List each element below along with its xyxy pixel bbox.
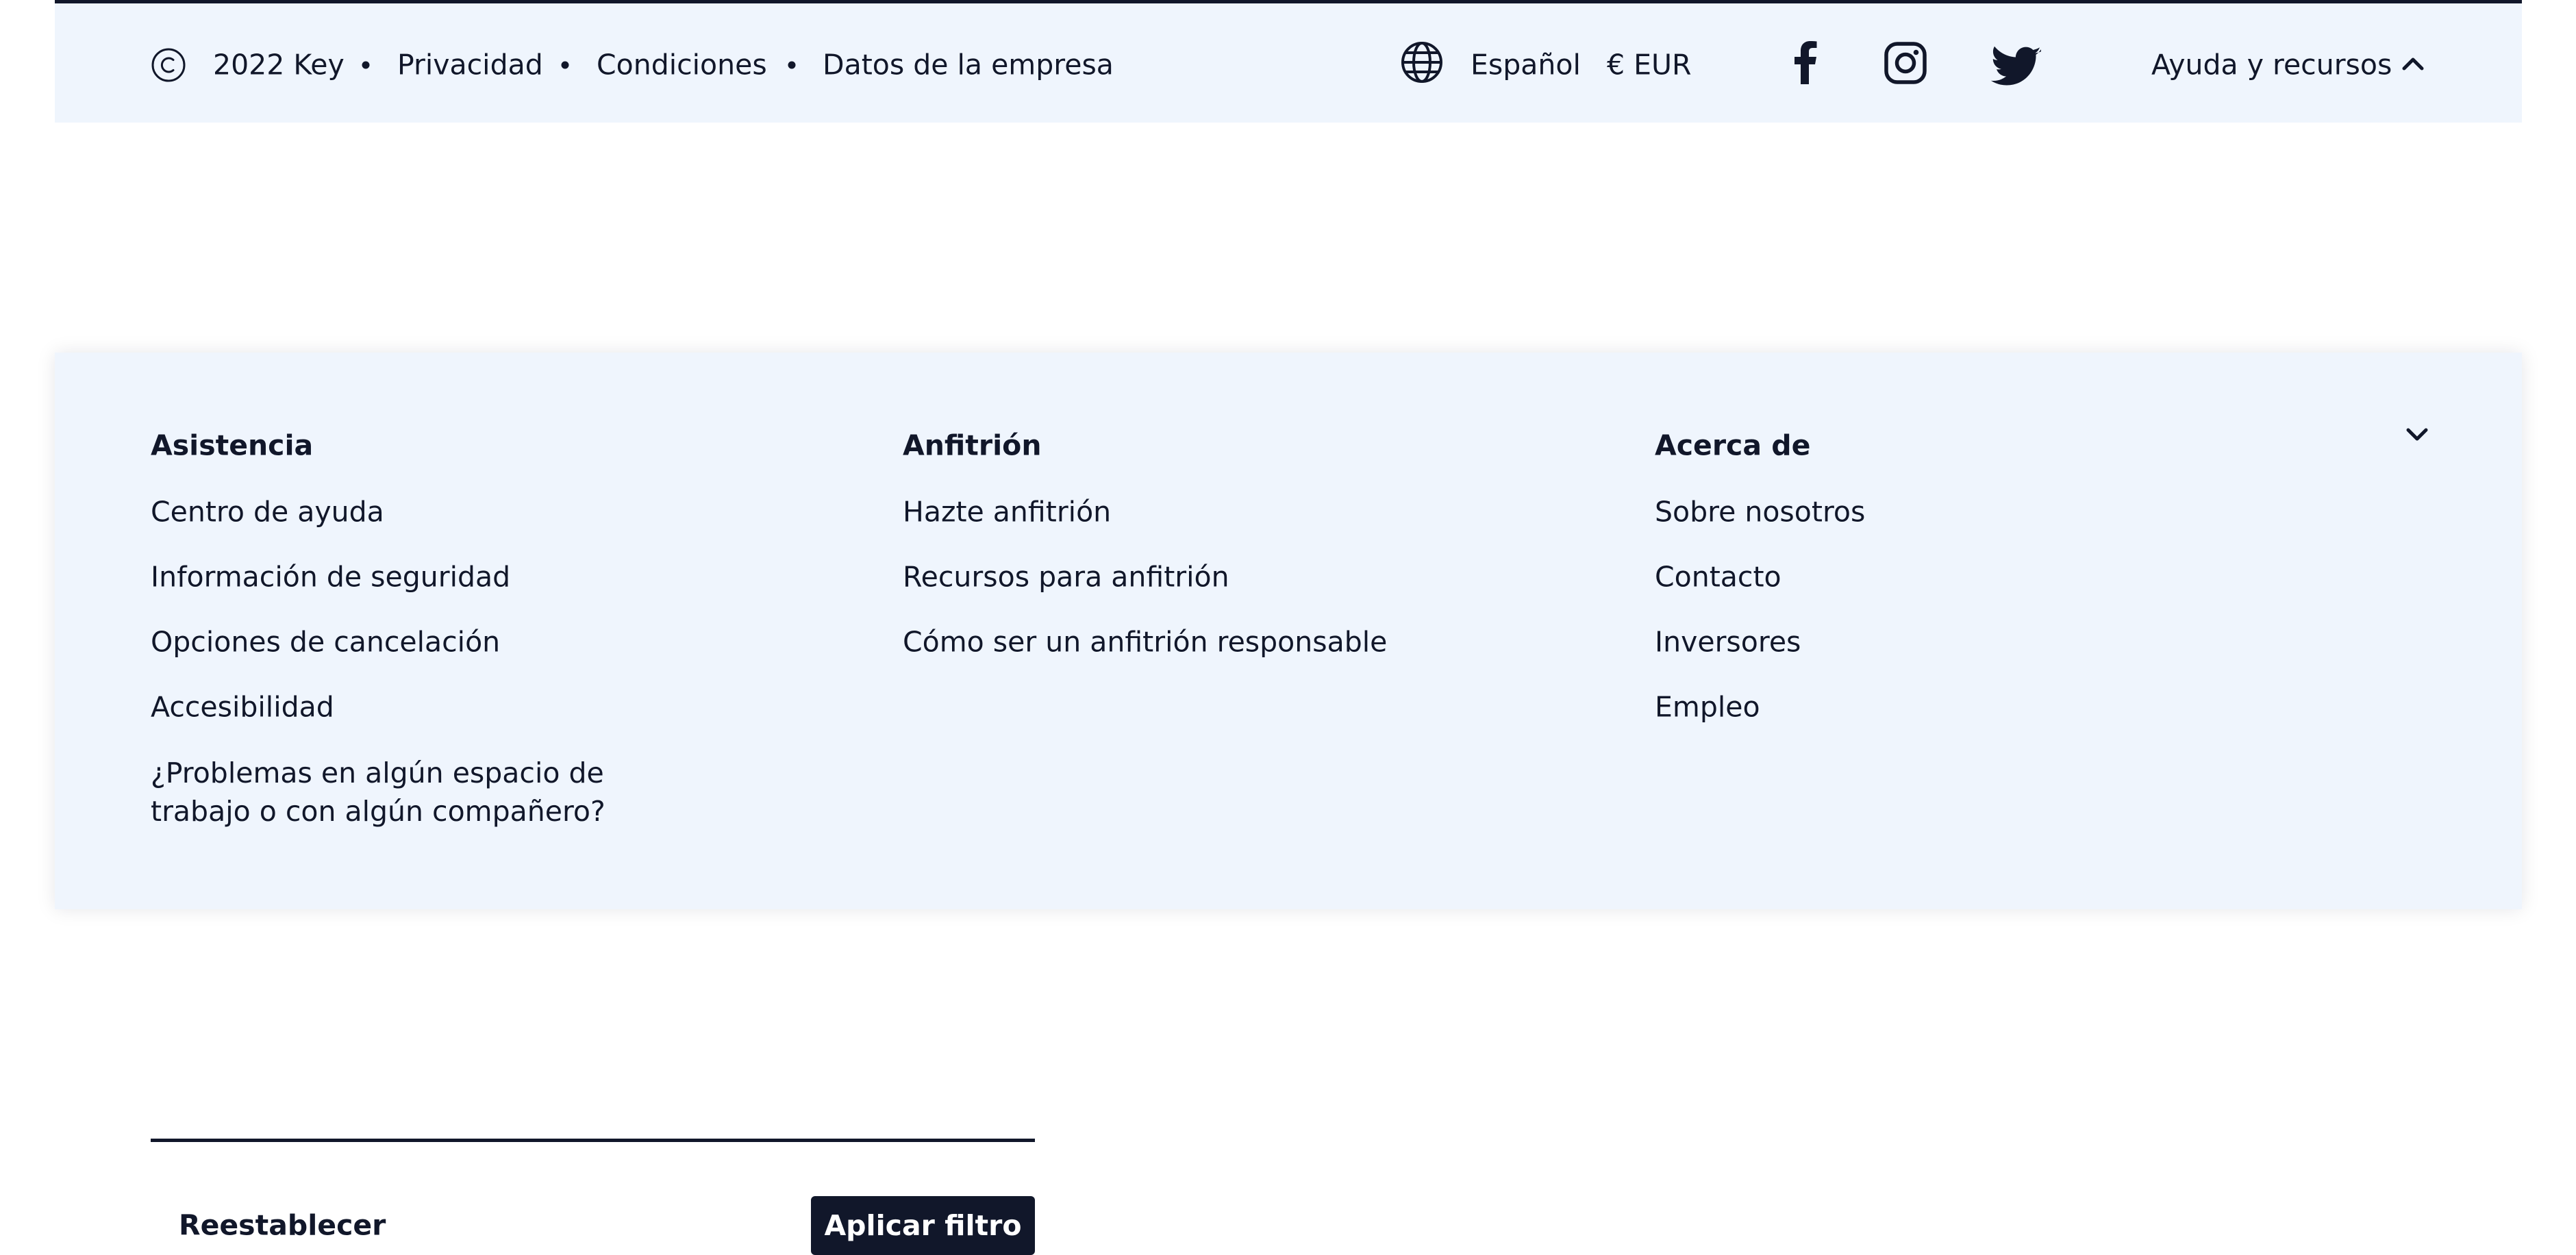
chevron-up-icon[interactable] <box>2402 56 2424 71</box>
company-details-link[interactable]: Datos de la empresa <box>823 51 1114 79</box>
link-contacto[interactable]: Contacto <box>1655 563 1781 592</box>
twitter-icon[interactable] <box>1990 45 2042 87</box>
language-selector[interactable]: Español <box>1471 51 1581 79</box>
separator-dot <box>561 61 569 69</box>
footer-bar: 2022 Key Privacidad Condiciones Datos de… <box>55 3 2522 123</box>
link-centro-de-ayuda[interactable]: Centro de ayuda <box>151 498 384 527</box>
link-opciones-cancelacion[interactable]: Opciones de cancelación <box>151 628 500 657</box>
instagram-icon[interactable] <box>1884 42 1927 84</box>
copyright-icon <box>151 47 186 83</box>
link-anfitrion-responsable[interactable]: Cómo ser un anfitrión responsable <box>903 628 1387 657</box>
separator-dot <box>362 61 370 69</box>
separator-dot <box>788 61 796 69</box>
globe-icon[interactable] <box>1400 40 1444 84</box>
link-inversores[interactable]: Inversores <box>1655 628 1801 657</box>
link-hazte-anfitrion[interactable]: Hazte anfitrión <box>903 498 1111 527</box>
copyright-text: 2022 Key <box>213 48 345 81</box>
link-sobre-nosotros[interactable]: Sobre nosotros <box>1655 498 1865 527</box>
currency-selector[interactable]: € EUR <box>1607 51 1692 79</box>
filter-divider <box>151 1139 1035 1142</box>
help-resources-toggle[interactable]: Ayuda y recursos <box>2151 51 2392 79</box>
chevron-down-icon[interactable] <box>2406 427 2428 442</box>
column-title-asistencia: Asistencia <box>151 429 314 462</box>
column-title-acerca-de: Acerca de <box>1655 429 1811 462</box>
link-empleo[interactable]: Empleo <box>1655 693 1760 722</box>
column-title-anfitrion: Anfitrión <box>903 429 1042 462</box>
facebook-icon[interactable] <box>1793 40 1818 84</box>
link-problemas-espacio[interactable]: ¿Problemas en algún espacio de trabajo o… <box>151 754 712 831</box>
link-informacion-seguridad[interactable]: Información de seguridad <box>151 563 510 592</box>
apply-filter-button[interactable]: Aplicar filtro <box>811 1196 1035 1255</box>
terms-link[interactable]: Condiciones <box>597 51 767 79</box>
reset-button[interactable]: Reestablecer <box>179 1211 386 1240</box>
link-recursos-anfitrion[interactable]: Recursos para anfitrión <box>903 563 1229 592</box>
link-accesibilidad[interactable]: Accesibilidad <box>151 693 334 722</box>
privacy-link[interactable]: Privacidad <box>397 51 543 79</box>
